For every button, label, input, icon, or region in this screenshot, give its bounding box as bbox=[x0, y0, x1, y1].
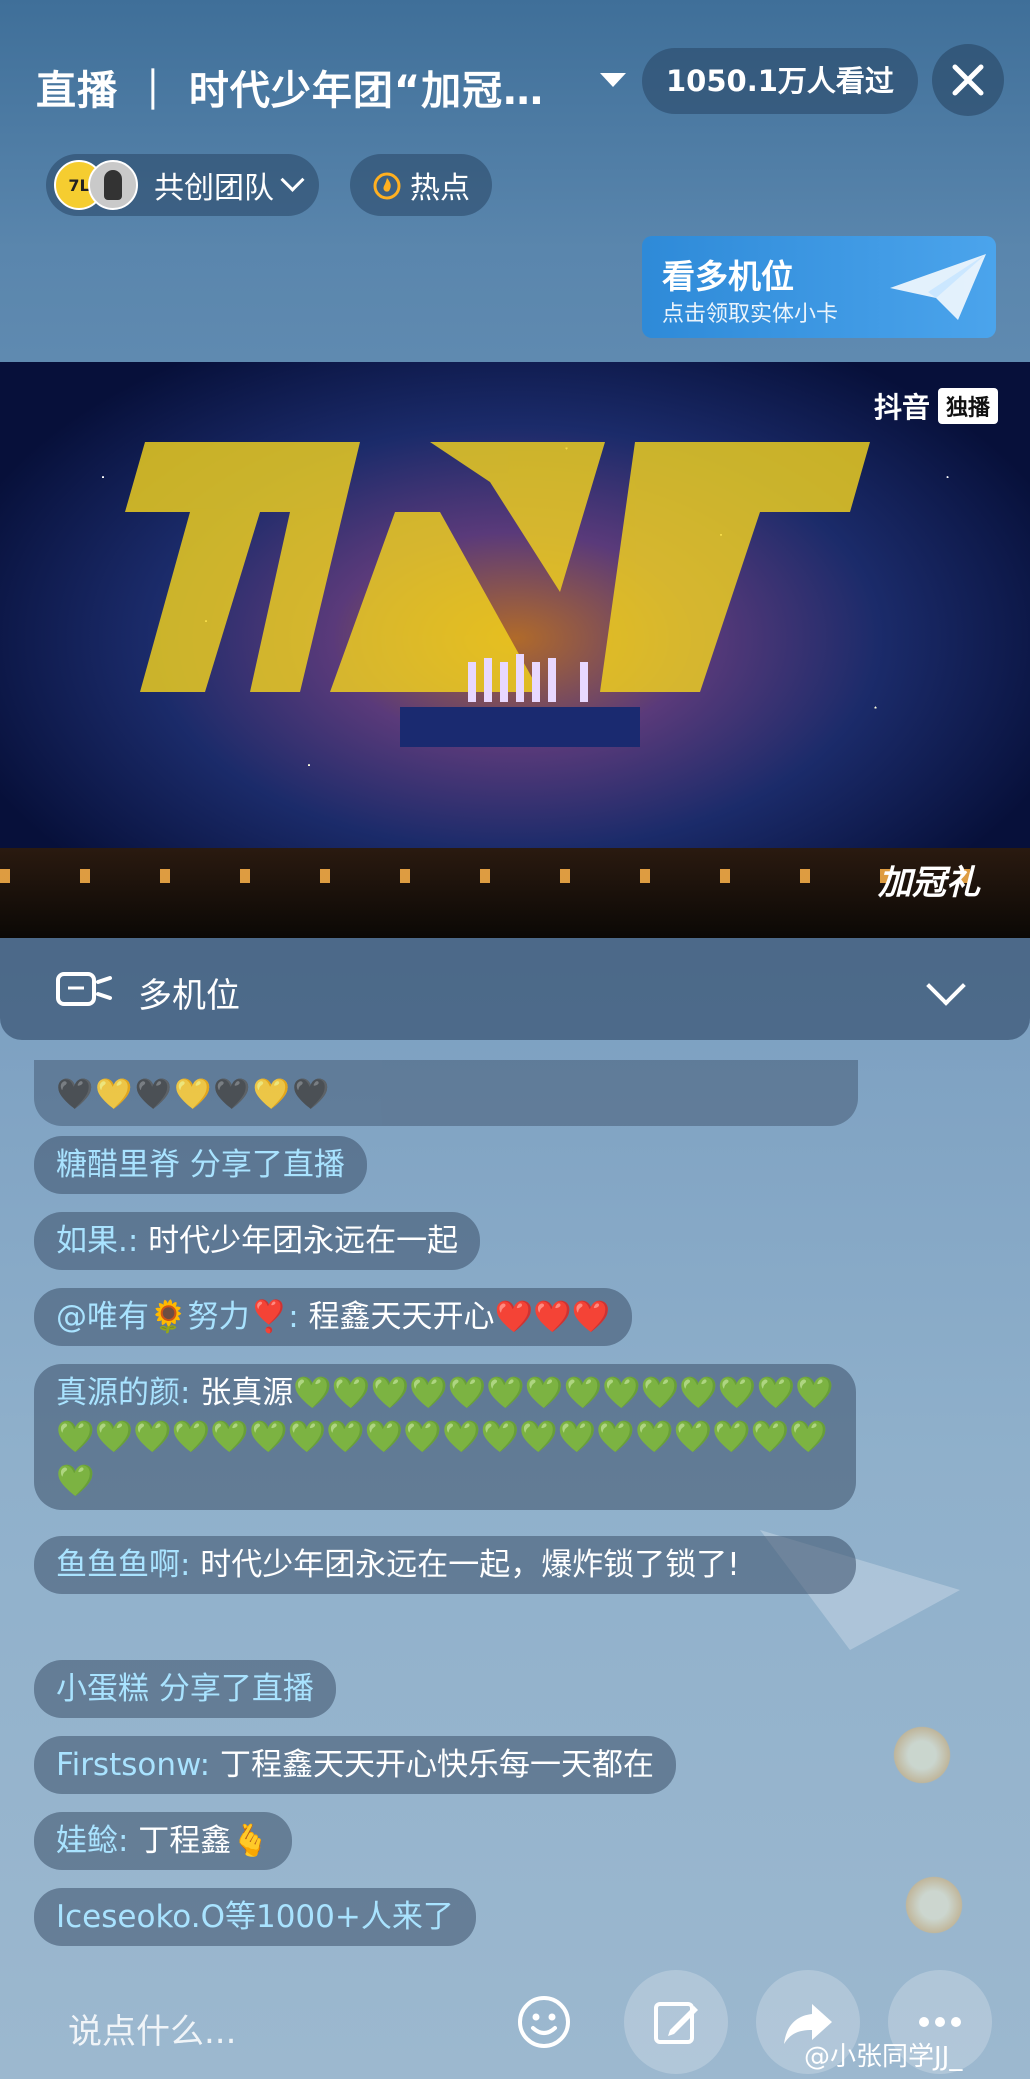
event-logo-text: 加冠礼 bbox=[878, 863, 980, 903]
multicam-icon bbox=[56, 972, 112, 1006]
douyin-watermark: 抖音 独播 bbox=[874, 386, 998, 426]
multicam-label: 多机位 bbox=[138, 976, 240, 1016]
chat-user: 如果.: bbox=[56, 1223, 139, 1259]
uploader-credit: @小张同学JJ_ bbox=[804, 2042, 963, 2072]
close-button[interactable] bbox=[932, 44, 1004, 116]
hot-label: 热点 bbox=[410, 171, 470, 206]
chat-user: @唯有🌻努力❣️: bbox=[56, 1299, 299, 1335]
chat-user: 鱼鱼鱼啊: bbox=[56, 1547, 191, 1583]
top-bar: 直播 ｜ 时代少年团“加冠… 1050.1万人看过 7L 共创团队 热点 看多机… bbox=[0, 0, 1030, 360]
close-icon bbox=[952, 64, 984, 96]
promo-title: 看多机位 bbox=[662, 257, 794, 296]
chat-text: 程鑫天天开心❤️❤️❤️ bbox=[298, 1299, 611, 1335]
chat-text: 时代少年团永远在一起 bbox=[138, 1223, 459, 1259]
chat-text: 丁程鑫天天开心快乐每一天都在 bbox=[210, 1747, 654, 1783]
chat-message[interactable]: Firstsonw: 丁程鑫天天开心快乐每一天都在 bbox=[34, 1736, 676, 1794]
team-avatars: 7L bbox=[54, 158, 144, 212]
chat-user: 糖醋里脊 分享了直播 bbox=[56, 1147, 345, 1183]
chat-message[interactable]: 真源的颜: 张真源💚💚💚💚💚💚💚💚💚💚💚💚💚💚💚💚💚💚💚💚💚💚💚💚💚💚💚💚💚💚💚… bbox=[34, 1364, 856, 1510]
edit-icon bbox=[654, 2002, 698, 2044]
promo-subtitle: 点击领取实体小卡 bbox=[662, 302, 839, 327]
emoji-icon bbox=[518, 1996, 570, 2048]
viewer-count[interactable]: 1050.1万人看过 bbox=[642, 48, 918, 114]
chat-message[interactable]: 鱼鱼鱼啊: 时代少年团永远在一起，爆炸锁了锁了! bbox=[34, 1536, 856, 1594]
watermark-text: 抖音 bbox=[873, 391, 930, 424]
chat-user: Firstsonw: bbox=[56, 1747, 211, 1783]
chat-message[interactable]: 🖤💛🖤💛🖤💛🖤 bbox=[34, 1060, 858, 1126]
chat-user: 真源的颜: bbox=[56, 1375, 191, 1411]
multicam-bar[interactable]: 多机位 bbox=[0, 938, 1030, 1040]
chevron-down-icon[interactable] bbox=[926, 966, 966, 1006]
avatar bbox=[88, 160, 138, 210]
paper-plane-icon bbox=[890, 254, 986, 320]
exclusive-badge: 独播 bbox=[937, 388, 998, 424]
stage-lights bbox=[0, 869, 1030, 883]
chat-text: 时代少年团永远在一起，爆炸锁了锁了! bbox=[190, 1547, 740, 1583]
chat-user: 娃鲶: bbox=[56, 1823, 129, 1859]
comment-input[interactable]: 说点什么... bbox=[68, 2004, 236, 2053]
chat-message[interactable]: Iceseoko.O等1000+人来了 bbox=[34, 1888, 476, 1946]
hot-button[interactable]: 热点 bbox=[350, 154, 492, 216]
chat-message[interactable]: 小蛋糕 分享了直播 bbox=[34, 1660, 336, 1718]
chevron-down-icon bbox=[280, 167, 305, 192]
stage-floor bbox=[0, 848, 1030, 938]
chat-user: Iceseoko.O等1000+人来了 bbox=[56, 1899, 454, 1935]
chat-user: 小蛋糕 分享了直播 bbox=[56, 1671, 314, 1707]
chat-text: 🖤💛🖤💛🖤💛🖤 bbox=[56, 1077, 332, 1112]
popcorn-icon bbox=[892, 1720, 952, 1790]
flame-icon bbox=[373, 172, 401, 200]
chat-text: 丁程鑫🫰 bbox=[128, 1823, 270, 1859]
title-dropdown-icon[interactable] bbox=[600, 73, 626, 87]
chat-message[interactable]: 娃鲶: 丁程鑫🫰 bbox=[34, 1812, 292, 1870]
multicam-promo-card[interactable]: 看多机位 点击领取实体小卡 bbox=[642, 236, 996, 338]
chat-message[interactable]: @唯有🌻努力❣️: 程鑫天天开心❤️❤️❤️ bbox=[34, 1288, 633, 1346]
edit-button[interactable] bbox=[624, 1970, 728, 2074]
team-selector[interactable]: 7L 共创团队 bbox=[46, 154, 319, 216]
emoji-button[interactable] bbox=[492, 1970, 596, 2074]
chat-message[interactable]: 糖醋里脊 分享了直播 bbox=[34, 1136, 367, 1194]
popcorn-icon bbox=[904, 1870, 964, 1940]
team-label: 共创团队 bbox=[154, 171, 274, 206]
chat-message[interactable]: 如果.: 时代少年团永远在一起 bbox=[34, 1212, 481, 1270]
live-title[interactable]: 直播 ｜ 时代少年团“加冠… bbox=[36, 58, 544, 116]
video-player[interactable]: 抖音 独播 加冠礼 bbox=[0, 362, 1030, 938]
